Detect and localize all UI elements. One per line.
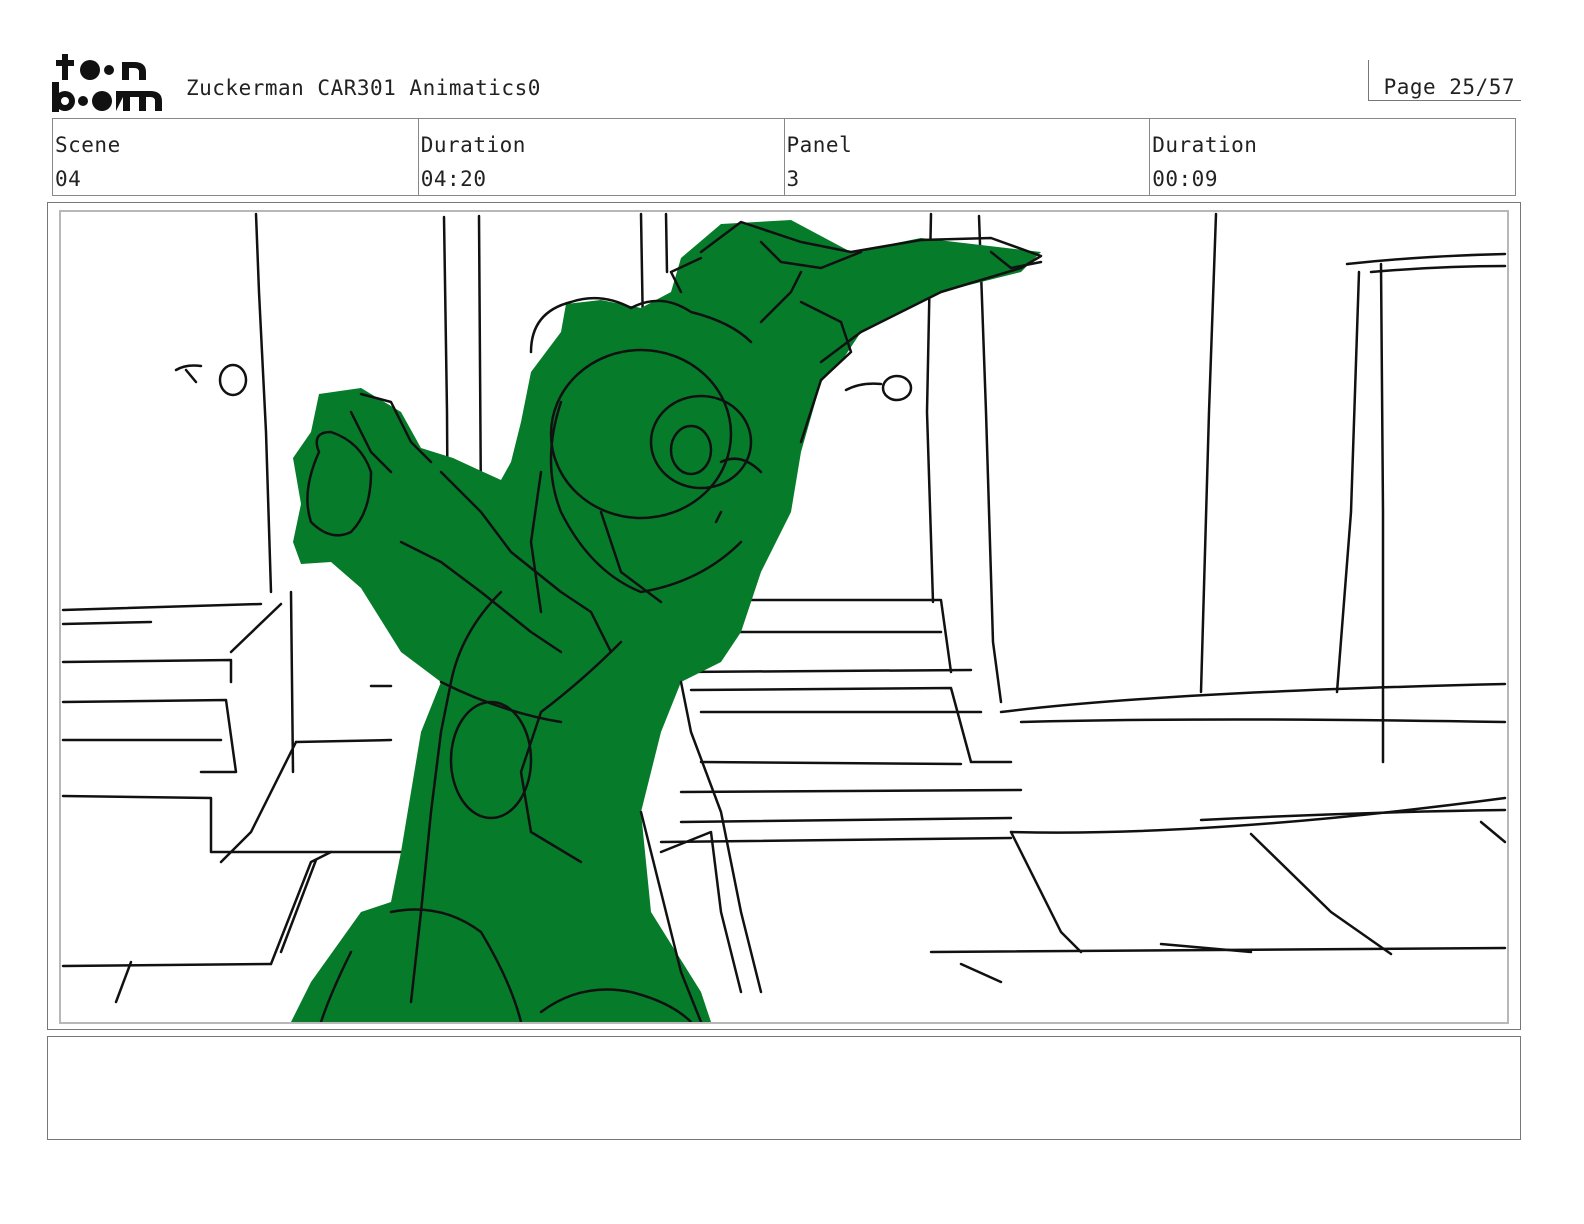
panel-duration-cell: Duration 00:09 — [1150, 119, 1515, 195]
panel-cell: Panel 3 — [785, 119, 1151, 195]
storyboard-panel-frame — [47, 202, 1521, 1030]
document-title: Zuckerman CAR301 Animatics0 — [186, 76, 541, 100]
panel-duration-label: Duration — [1152, 133, 1258, 157]
scene-duration-value: 04:20 — [420, 167, 487, 191]
panel-sketch — [61, 212, 1507, 1022]
panel-label: Panel — [786, 133, 853, 157]
panel-notes-box — [47, 1036, 1521, 1140]
scene-duration-cell: Duration 04:20 — [419, 119, 785, 195]
scene-cell: Scene 04 — [53, 119, 419, 195]
scene-label: Scene — [55, 133, 121, 157]
panel-value: 3 — [786, 167, 800, 191]
storyboard-panel-image — [59, 210, 1509, 1024]
page-indicator: Page 25/57 — [1368, 60, 1521, 101]
scene-info-table: Scene 04 Duration 04:20 Panel 3 Duration… — [52, 118, 1516, 196]
panel-duration-value: 00:09 — [1152, 167, 1218, 191]
scene-value: 04 — [55, 167, 82, 191]
page-number: Page 25/57 — [1383, 75, 1515, 99]
toon-boom-logo — [50, 50, 165, 114]
scene-duration-label: Duration — [420, 133, 526, 157]
